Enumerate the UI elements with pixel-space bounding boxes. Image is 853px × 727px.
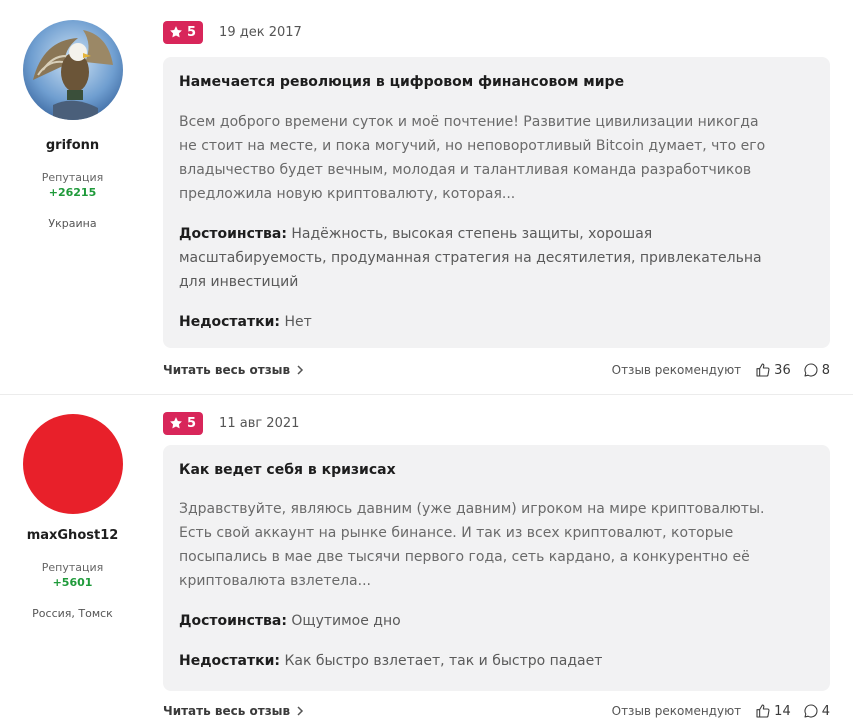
- pros-text: Надёжность, высокая степень защиты, хоро…: [291, 226, 653, 242]
- review-text-line: владычество будет вечным, молодая и тала…: [179, 162, 752, 178]
- thumbs-up-icon: [756, 704, 770, 718]
- eagle-avatar-icon: [23, 20, 123, 120]
- reputation-label: Репутация: [41, 561, 104, 574]
- review-date: 11 авг 2021: [219, 415, 300, 431]
- chevron-right-icon: [297, 365, 304, 375]
- pros-text: для инвестиций: [179, 274, 299, 290]
- cons-text: Нет: [284, 314, 312, 330]
- reputation-value: +26215: [48, 186, 97, 199]
- recommend-label: Отзыв рекомендуют: [611, 704, 742, 718]
- review-title[interactable]: Как ведет себя в кризисах: [179, 462, 396, 478]
- review-pros: Достоинства: Ощутимое дно: [179, 609, 809, 633]
- review-text-line: Здравствуйте, являюсь давним (уже давним…: [179, 501, 765, 517]
- review-text: Здравствуйте, являюсь давним (уже давним…: [179, 497, 809, 593]
- review-header: 5 19 дек 2017: [163, 20, 302, 44]
- read-more-label: Читать весь отзыв: [163, 704, 291, 718]
- read-more-label: Читать весь отзыв: [163, 363, 291, 377]
- rating-value: 5: [187, 415, 197, 431]
- review-text-line: посыпались в мае две тысячи первого года…: [179, 549, 750, 565]
- cons-label: Недостатки:: [179, 314, 281, 330]
- avatar[interactable]: [23, 20, 123, 120]
- review-footer: Читать весь отзыв Отзыв рекомендуют 36 8: [163, 360, 830, 380]
- review-body: Намечается революция в цифровом финансов…: [163, 57, 830, 348]
- comment-count: 8: [821, 362, 830, 378]
- review-body: Как ведет себя в кризисах Здравствуйте, …: [163, 445, 830, 691]
- author-name[interactable]: maxGhost12: [0, 528, 145, 543]
- like-count: 36: [774, 362, 791, 378]
- review-cons: Недостатки: Нет: [179, 310, 809, 334]
- review-text-line: криптовалюта взлетела...: [179, 573, 371, 589]
- chevron-right-icon: [297, 706, 304, 716]
- review-title[interactable]: Намечается революция в цифровом финансов…: [179, 74, 624, 90]
- review-text-line: не стоит на месте, и пока могучий, но не…: [179, 138, 766, 154]
- rating-badge: 5: [163, 411, 204, 435]
- review-text-line: Есть свой аккаунт на рынке бинансе. И та…: [179, 525, 734, 541]
- read-more-link[interactable]: Читать весь отзыв: [163, 363, 304, 377]
- review-text-line: предложила новую криптовалюту, которая..…: [179, 186, 516, 202]
- thumbs-up-icon: [756, 363, 770, 377]
- reputation-value: +5601: [52, 576, 93, 589]
- author-location: Украина: [48, 217, 97, 230]
- rating-badge: 5: [163, 20, 204, 44]
- comment-icon: [804, 363, 818, 377]
- cons-label: Недостатки:: [179, 653, 281, 669]
- recommend-label: Отзыв рекомендуют: [611, 363, 742, 377]
- review-cons: Недостатки: Как быстро взлетает, так и б…: [179, 649, 809, 673]
- comment-count: 4: [821, 703, 830, 719]
- review-pros: Достоинства: Надёжность, высокая степень…: [179, 222, 809, 294]
- star-icon: [170, 417, 182, 429]
- pros-label: Достоинства:: [179, 226, 287, 242]
- comments-button[interactable]: 4: [803, 703, 830, 719]
- review-date: 19 дек 2017: [219, 24, 302, 40]
- review-card: grifonn Репутация +26215 Украина 5 19 де…: [0, 0, 853, 394]
- review-text: Всем доброго времени суток и моё почтени…: [179, 110, 809, 206]
- rating-value: 5: [187, 24, 197, 40]
- pros-text: масштабируемость, продуманная стратегия …: [179, 250, 762, 266]
- avatar[interactable]: [23, 414, 123, 514]
- pros-text: Ощутимое дно: [291, 613, 401, 629]
- pros-label: Достоинства:: [179, 613, 287, 629]
- reputation-label: Репутация: [41, 171, 104, 184]
- like-button[interactable]: 36: [755, 362, 791, 378]
- review-footer: Читать весь отзыв Отзыв рекомендуют 14 4: [163, 701, 830, 721]
- review-header: 5 11 авг 2021: [163, 411, 299, 435]
- like-button[interactable]: 14: [755, 703, 791, 719]
- comment-icon: [804, 704, 818, 718]
- review-text-line: Всем доброго времени суток и моё почтени…: [179, 114, 759, 130]
- comments-button[interactable]: 8: [803, 362, 830, 378]
- author-name[interactable]: grifonn: [0, 138, 145, 153]
- star-icon: [170, 26, 182, 38]
- like-count: 14: [774, 703, 791, 719]
- cons-text: Как быстро взлетает, так и быстро падает: [284, 653, 603, 669]
- read-more-link[interactable]: Читать весь отзыв: [163, 704, 304, 718]
- author-location: Россия, Томск: [32, 607, 113, 620]
- review-card: maxGhost12 Репутация +5601 Россия, Томск…: [0, 394, 853, 727]
